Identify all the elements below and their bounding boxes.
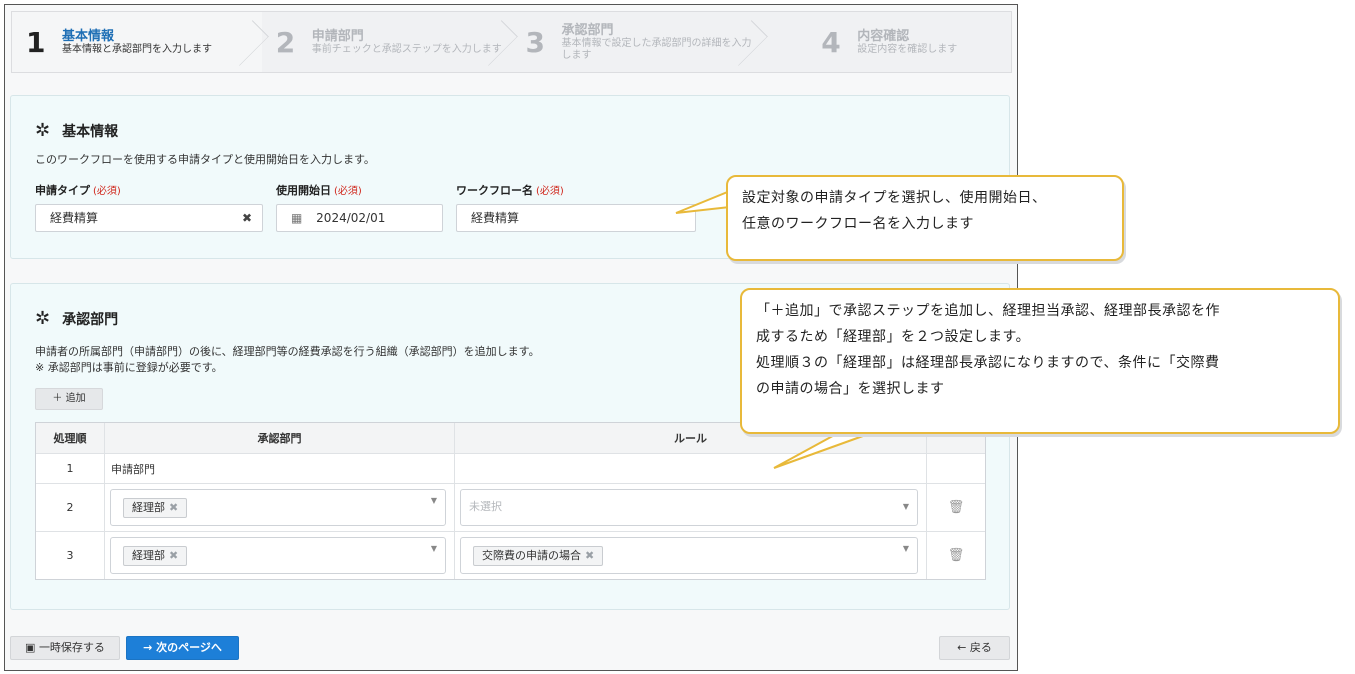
gear-icon: ✲ — [35, 308, 51, 329]
add-button[interactable]: ＋ 追加 — [35, 388, 103, 410]
callout-text: の申請の場合」を選択します — [756, 381, 945, 397]
step-4[interactable]: 4 内容確認 設定内容を確認します — [761, 12, 1011, 72]
order-cell: 1 — [66, 462, 74, 475]
trash-icon[interactable]: 🗑 — [948, 548, 965, 563]
back-button[interactable]: ← 戻る — [939, 636, 1010, 660]
workflow-name-input[interactable]: 経費精算 — [456, 204, 696, 232]
workflow-name-label: ワークフロー名 (必須) — [456, 182, 564, 198]
type-select[interactable]: 経費精算 ✖ — [35, 204, 263, 232]
step-3[interactable]: 3 承認部門 基本情報で設定した承認部門の詳細を入力します — [511, 12, 768, 72]
required-mark: (必須) — [334, 186, 362, 197]
step-title: 基本情報 — [62, 28, 115, 44]
dept-tag: 経理部 ✖ — [123, 546, 188, 566]
dept-tag: 経理部 ✖ — [123, 498, 188, 518]
table-row: 2 経理部 ✖ ▼ 未選択 ▼ 🗑 — [36, 483, 985, 531]
dept-cell: 申請部門 — [104, 454, 454, 483]
save-draft-label: 一時保存する — [38, 641, 105, 654]
remove-tag-icon[interactable]: ✖ — [585, 549, 594, 562]
step-title: 内容確認 — [857, 28, 910, 44]
dept-select[interactable]: 経理部 ✖ ▼ — [110, 537, 446, 574]
callout-text: 設定対象の申請タイプを選択し、使用開始日、 — [742, 190, 1047, 206]
name-label-text: ワークフロー名 — [456, 184, 533, 197]
actions-cell: 🗑 — [926, 484, 985, 531]
section-title: 基本情報 — [62, 123, 119, 140]
dept-tag-label: 経理部 — [132, 501, 165, 514]
description-note: ※ 承認部門は事前に登録が必要です。 — [35, 361, 223, 374]
callout-approval-dept: 「＋追加」で承認ステップを追加し、経理担当承認、経理部長承認を作 成するため「経… — [740, 288, 1340, 434]
rule-cell: 未選択 ▼ — [454, 484, 926, 531]
workflow-name-value: 経費精算 — [471, 211, 520, 225]
remove-tag-icon[interactable]: ✖ — [169, 501, 178, 514]
rule-placeholder: 未選択 — [469, 500, 502, 513]
step-subtitle: 設定内容を確認します — [857, 43, 958, 55]
callout-text: 処理順３の「経理部」は経理部長承認になりますので、条件に「交際費 — [756, 355, 1220, 371]
required-mark: (必須) — [93, 186, 121, 197]
start-date-field[interactable]: ▦ 2024/02/01 — [276, 204, 443, 232]
type-label-text: 申請タイプ — [35, 184, 90, 197]
rule-cell: 交際費の申請の場合 ✖ ▼ — [454, 532, 926, 579]
table-row: 3 経理部 ✖ ▼ 交際費の申請の場合 ✖ ▼ 🗑 — [36, 531, 985, 579]
step-title: 承認部門 — [561, 22, 614, 38]
dropdown-caret-icon[interactable]: ▼ — [903, 544, 909, 553]
required-mark: (必須) — [536, 186, 564, 197]
basic-info-heading: ✲ 基本情報 — [35, 120, 118, 141]
start-date-value: 2024/02/01 — [316, 211, 386, 225]
dept-select[interactable]: 経理部 ✖ ▼ — [110, 489, 446, 526]
actions-cell — [926, 454, 985, 483]
step-number: 4 — [821, 25, 841, 59]
gear-icon: ✲ — [35, 120, 51, 141]
callout-text: 成するため「経理部」を２つ設定します。 — [756, 329, 1031, 345]
description-line: 申請者の所属部門（申請部門）の後に、経理部門等の経費承認を行う組織（承認部門）を… — [35, 345, 540, 358]
section-title: 承認部門 — [62, 311, 119, 328]
callout-basic-info: 設定対象の申請タイプを選択し、使用開始日、 任意のワークフロー名を入力します — [726, 175, 1124, 261]
dept-cell: 経理部 ✖ ▼ — [104, 532, 454, 579]
trash-icon[interactable]: 🗑 — [948, 500, 965, 515]
dept-tag-label: 経理部 — [132, 549, 165, 562]
actions-cell: 🗑 — [926, 532, 985, 579]
save-draft-button[interactable]: ▣ 一時保存する — [10, 636, 120, 660]
callout-pointer — [675, 189, 731, 214]
dropdown-caret-icon[interactable]: ▼ — [431, 544, 437, 553]
rule-select[interactable]: 未選択 ▼ — [460, 489, 918, 526]
step-subtitle: 基本情報と承認部門を入力します — [62, 43, 212, 55]
step-1[interactable]: 1 基本情報 基本情報と承認部門を入力します — [12, 12, 269, 72]
step-title: 申請部門 — [311, 28, 364, 44]
dept-cell: 経理部 ✖ ▼ — [104, 484, 454, 531]
column-header-dept: 承認部門 — [104, 423, 454, 453]
approval-dept-heading: ✲ 承認部門 — [35, 308, 118, 329]
column-header-order: 処理順 — [53, 432, 87, 445]
step-2[interactable]: 2 申請部門 事前チェックと承認ステップを入力します — [262, 12, 519, 72]
rule-tag-label: 交際費の申請の場合 — [482, 549, 581, 562]
type-value: 経費精算 — [50, 211, 99, 225]
step-indicator: 1 基本情報 基本情報と承認部門を入力します 2 申請部門 事前チェックと承認ス… — [11, 11, 1012, 73]
save-icon: ▣ — [25, 641, 39, 654]
dropdown-caret-icon[interactable]: ▼ — [903, 502, 909, 511]
basic-info-description: このワークフローを使用する申請タイプと使用開始日を入力します。 — [35, 153, 375, 166]
order-cell: 2 — [66, 501, 74, 514]
type-label: 申請タイプ (必須) — [35, 182, 121, 198]
order-cell: 3 — [66, 549, 74, 562]
dropdown-caret-icon[interactable]: ▼ — [431, 496, 437, 505]
step-number: 2 — [275, 25, 296, 59]
calendar-icon: ▦ — [291, 211, 303, 225]
next-page-button[interactable]: → 次のページへ — [126, 636, 239, 660]
step-number: 1 — [26, 25, 46, 59]
step-number: 3 — [525, 25, 545, 59]
remove-tag-icon[interactable]: ✖ — [169, 549, 178, 562]
rule-tag: 交際費の申請の場合 ✖ — [473, 546, 604, 566]
clear-icon[interactable]: ✖ — [242, 205, 252, 231]
callout-text: 任意のワークフロー名を入力します — [742, 216, 974, 232]
rule-select[interactable]: 交際費の申請の場合 ✖ ▼ — [460, 537, 918, 574]
approval-dept-description: 申請者の所属部門（申請部門）の後に、経理部門等の経費承認を行う組織（承認部門）を… — [35, 344, 540, 376]
start-label-text: 使用開始日 — [276, 184, 331, 197]
start-date-label: 使用開始日 (必須) — [276, 182, 362, 198]
callout-text: 「＋追加」で承認ステップを追加し、経理担当承認、経理部長承認を作 — [756, 303, 1220, 319]
